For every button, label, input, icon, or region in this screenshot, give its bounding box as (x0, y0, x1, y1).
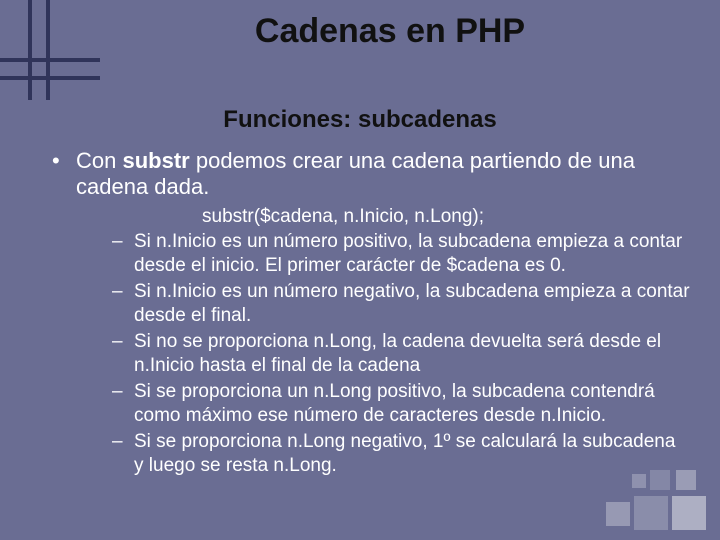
bullet-icon: • (52, 148, 76, 174)
slide-title: Cadenas en PHP (0, 12, 720, 51)
bullet-text: Con substr podemos crear una cadena part… (76, 148, 690, 200)
bullet-text-bold: substr (122, 148, 189, 173)
slide-subtitle: Funciones: subcadenas (0, 106, 720, 134)
sub-item-text: Si n.Inicio es un número negativo, la su… (134, 280, 690, 328)
dash-icon: – (112, 280, 134, 304)
sub-item-text: Si se proporciona n.Long negativo, 1º se… (134, 430, 690, 478)
list-item: – Si n.Inicio es un número negativo, la … (112, 280, 690, 328)
sub-item-text: Si n.Inicio es un número positivo, la su… (134, 230, 690, 278)
sub-item-text: Si se proporciona un n.Long positivo, la… (134, 380, 690, 428)
sub-item-text: Si no se proporciona n.Long, la cadena d… (134, 330, 690, 378)
dash-icon: – (112, 330, 134, 354)
slide-content: • Con substr podemos crear una cadena pa… (52, 148, 690, 480)
list-item: – Si se proporciona n.Long negativo, 1º … (112, 430, 690, 478)
list-item: – Si n.Inicio es un número positivo, la … (112, 230, 690, 278)
dash-icon: – (112, 430, 134, 454)
code-snippet: substr($cadena, n.Inicio, n.Long); (202, 206, 690, 228)
list-item: – Si no se proporciona n.Long, la cadena… (112, 330, 690, 378)
sub-list: – Si n.Inicio es un número positivo, la … (112, 230, 690, 478)
list-item: • Con substr podemos crear una cadena pa… (52, 148, 690, 200)
dash-icon: – (112, 230, 134, 254)
list-item: – Si se proporciona un n.Long positivo, … (112, 380, 690, 428)
dash-icon: – (112, 380, 134, 404)
bullet-text-prefix: Con (76, 148, 122, 173)
